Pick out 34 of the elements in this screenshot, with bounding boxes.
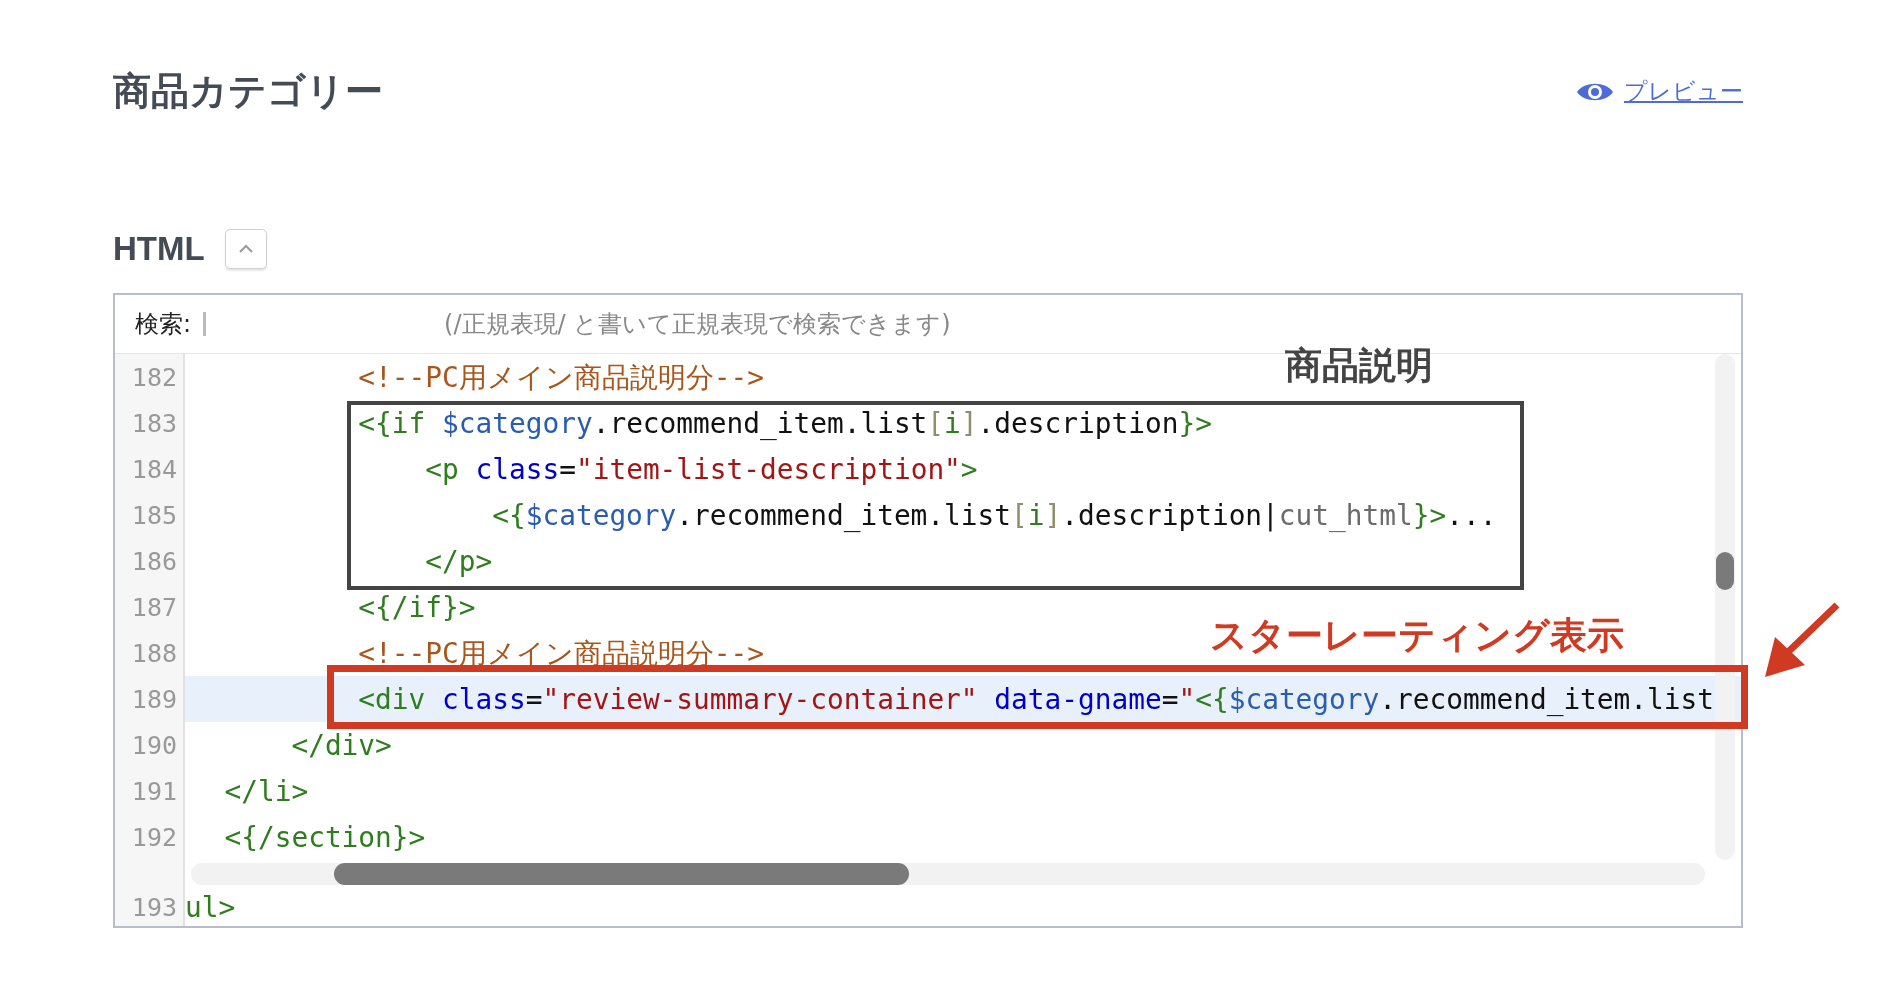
code-line: ul> [185,889,236,926]
line-number: 192 [115,814,185,860]
line-number: 183 [115,400,185,446]
annotation-label: 商品説明 [1285,343,1433,389]
line-number: 184 [115,446,185,492]
line-number: 187 [115,584,185,630]
search-label: 検索: [135,309,192,340]
code-line: <{/if}> [357,589,476,626]
search-field[interactable]: (/正規表現/ と書いて正規表現で検索できます) [214,309,1741,339]
line-number: 186 [115,538,185,584]
chevron-icon [237,244,254,254]
vertical-scrollbar[interactable] [1715,354,1735,860]
code-line: <p class="item-list-description"> [424,451,978,488]
code-line: <{/section}> [223,819,426,856]
code-line: <{if $category.recommend_item.list[i].description}> [357,405,1212,442]
arrow-icon [1765,602,1840,677]
line-number: 191 [115,768,185,814]
line-number: 190 [115,722,185,768]
code-line: <{$category.recommend_item.list[i].description|cut_html}>... [491,497,1497,534]
code-line: </li> [223,773,309,810]
line-number: 189 [115,676,185,722]
annotation-label: スターレーティング表示 [1210,613,1624,659]
code-line: </div> [290,727,392,764]
line-number: 193 [115,888,185,926]
horizontal-scrollbar[interactable] [191,863,1705,885]
line-number: 182 [115,354,185,400]
code-line: </p> [424,543,493,580]
code-line: <!--PC用メイン商品説明分--> [357,359,764,396]
line-number: 188 [115,630,185,676]
text-cursor [203,312,207,336]
section-heading: HTML [113,230,205,268]
line-number: 185 [115,492,185,538]
preview-link[interactable]: プレビュー [1576,76,1743,107]
page-title: 商品カテゴリー [113,68,383,115]
